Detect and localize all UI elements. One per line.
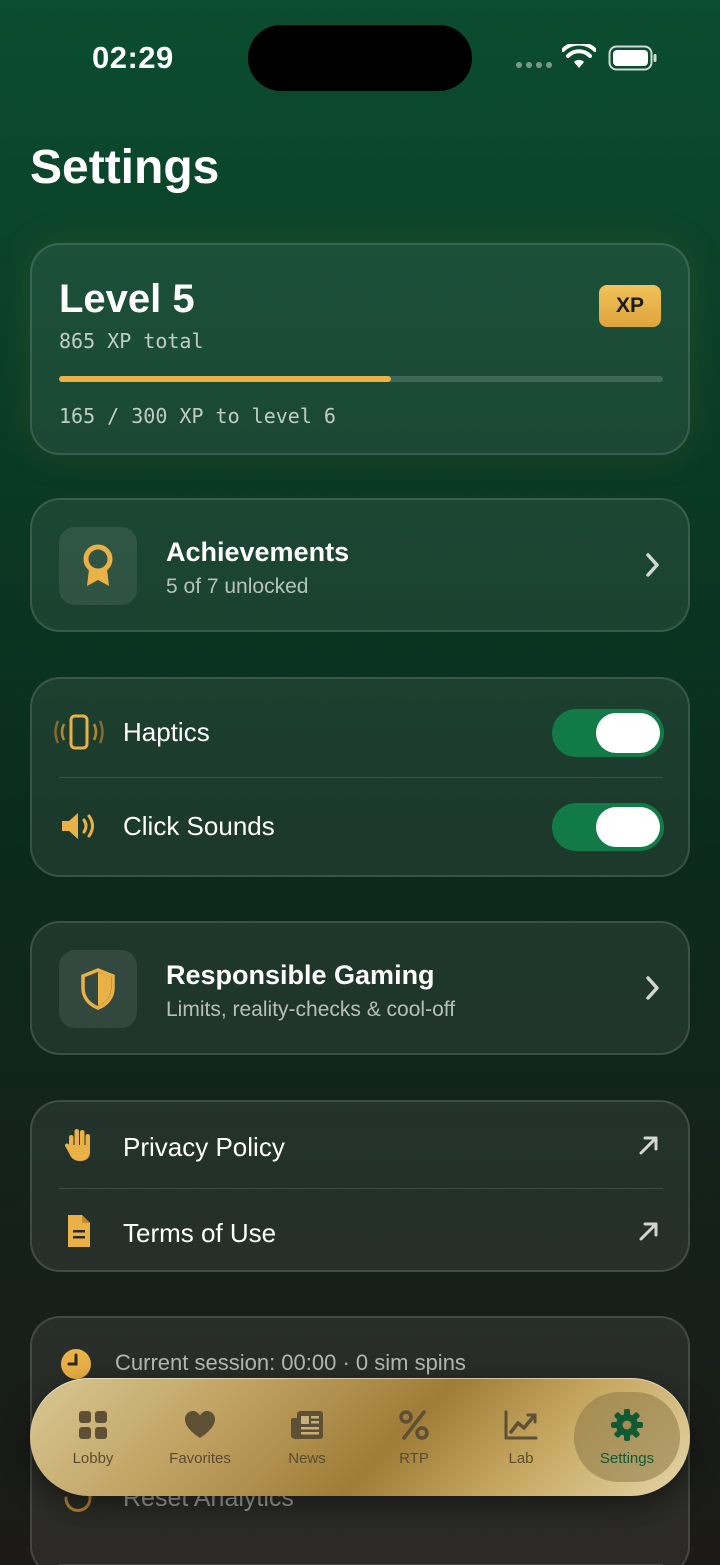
hand-icon [54,1127,104,1163]
battery-icon [608,45,657,71]
clock-icon [61,1349,91,1379]
chevron-right-icon [646,976,659,1000]
privacy-policy-label: Privacy Policy [123,1132,285,1162]
status-bar: 02:29 [0,0,720,110]
wifi-icon [562,44,596,68]
xp-progress-fill [59,376,392,382]
tab-rtp[interactable]: RTP [361,1392,467,1482]
grid-icon [78,1408,108,1442]
tab-label: Favorites [169,1449,231,1467]
tab-favorites[interactable]: Favorites [147,1392,253,1482]
tab-label: News [288,1449,326,1467]
xp-total: 865 XP total [59,329,204,353]
external-link-icon [639,1136,658,1155]
toggle-knob [596,807,660,847]
speaker-icon [54,808,104,844]
tab-label: Lab [508,1449,534,1467]
percent-icon [398,1408,430,1442]
xp-progress-bar [59,376,663,382]
click-sounds-row: Click Sounds [32,777,688,875]
gear-icon [611,1408,643,1442]
haptics-row: Haptics [32,683,688,781]
level-card: Level 5 865 XP total XP 165 / 300 XP to … [30,243,690,455]
tab-news[interactable]: News [254,1392,360,1482]
status-time: 02:29 [92,40,174,75]
ribbon-award-icon [83,544,113,586]
achievements-title: Achievements [166,537,350,567]
achievements-row[interactable]: Achievements 5 of 7 unlocked [30,498,690,632]
tab-label: Settings [599,1449,655,1467]
terms-of-use-label: Terms of Use [123,1218,277,1248]
toggle-knob [596,713,660,753]
xp-progress-text: 165 / 300 XP to level 6 [59,404,336,428]
responsible-gaming-title: Responsible Gaming [166,960,435,990]
tab-bar: Lobby Favorites News RTP Lab Settings [30,1378,690,1496]
tab-lab[interactable]: Lab [468,1392,574,1482]
responsible-gaming-row[interactable]: Responsible Gaming Limits, reality-check… [30,921,690,1055]
level-title: Level 5 [59,277,195,321]
tab-lobby[interactable]: Lobby [40,1392,146,1482]
achievement-icon-tile [59,527,137,605]
newspaper-icon [290,1408,324,1442]
chevron-right-icon [646,553,659,577]
shield-icon-tile [59,950,137,1028]
heart-icon [184,1408,216,1442]
document-icon [54,1213,104,1249]
cellular-icon [516,62,552,68]
tab-settings[interactable]: Settings [574,1392,680,1482]
xp-badge: XP [599,285,661,327]
click-sounds-label: Click Sounds [123,811,275,841]
achievements-subtitle: 5 of 7 unlocked [166,575,309,598]
page-title: Settings [30,141,220,194]
haptics-toggle[interactable] [552,709,664,757]
responsible-gaming-subtitle: Limits, reality-checks & cool-off [166,998,456,1021]
dynamic-island [248,25,472,91]
tab-label: Lobby [72,1449,114,1467]
external-link-icon [639,1222,658,1241]
vibration-phone-icon [54,714,104,750]
tab-label: RTP [399,1449,429,1467]
feedback-settings-card: Haptics Click Sounds [30,677,690,877]
haptics-label: Haptics [123,717,210,747]
click-sounds-toggle[interactable] [552,803,664,851]
legal-links-card: Privacy Policy Terms of Use [30,1100,690,1272]
terms-of-use-row[interactable]: Terms of Use [32,1188,688,1274]
privacy-policy-row[interactable]: Privacy Policy [32,1102,688,1188]
chart-icon [504,1408,538,1442]
shield-icon [81,968,115,1010]
session-info: Current session: 00:00 · 0 sim spins [115,1350,466,1375]
